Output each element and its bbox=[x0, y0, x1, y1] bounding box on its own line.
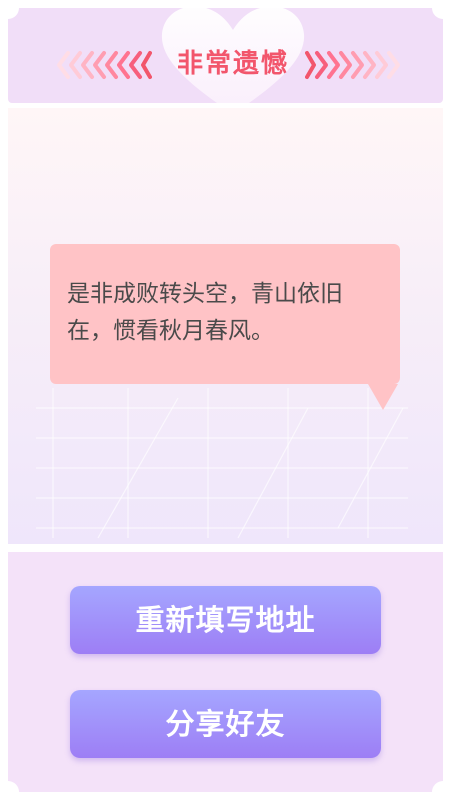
chevrons-left-icon bbox=[57, 51, 152, 79]
chevrons-right-icon bbox=[305, 51, 400, 79]
refill-address-button[interactable]: 重新填写地址 bbox=[70, 586, 381, 654]
corner-cutout bbox=[432, 781, 451, 800]
corner-cutout bbox=[432, 0, 451, 19]
result-page: 非常遗憾 是非成败转头空，青山依旧在，惯看秋月春风。 重新填写地址 分享好友 bbox=[0, 0, 451, 800]
corner-cutout bbox=[0, 781, 19, 800]
share-friends-button[interactable]: 分享好友 bbox=[70, 690, 381, 758]
message-text: 是非成败转头空，青山依旧在，惯看秋月春风。 bbox=[67, 281, 343, 344]
page-title: 非常遗憾 bbox=[176, 49, 289, 79]
result-header: 非常遗憾 bbox=[8, 8, 443, 103]
message-panel: 是非成败转头空，青山依旧在，惯看秋月春风。 bbox=[8, 108, 443, 544]
bubble-tail bbox=[368, 384, 398, 410]
action-panel: 重新填写地址 分享好友 bbox=[8, 552, 443, 792]
message-bubble: 是非成败转头空，青山依旧在，惯看秋月春风。 bbox=[50, 244, 400, 410]
